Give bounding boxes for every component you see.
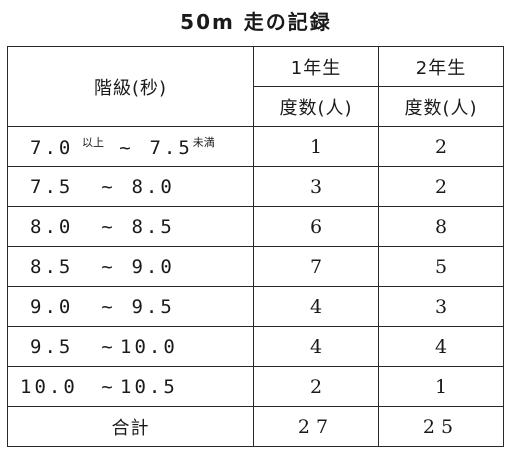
total-year1: 27 [253, 406, 379, 447]
header-year1-label: 1年生 [290, 57, 342, 79]
class-interval-cell: 9.5 ~10.0 [7, 326, 254, 367]
table-row: 8.0 ~ 8.5 6 8 [7, 206, 504, 247]
class-interval-cell: 7.0 以上 ~ 7.5未満 [7, 126, 254, 167]
year1-count: 4 [253, 326, 379, 367]
year2-count: 5 [378, 246, 504, 287]
class-separator: ~ [101, 255, 113, 278]
table-title: 50m 走の記録 [180, 10, 332, 34]
year1-count: 7 [253, 246, 379, 287]
table-row: 9.0 ~ 9.5 4 3 [7, 286, 504, 327]
class-upper: 8.0 [131, 175, 175, 198]
header-count-year1-label: 度数(人) [279, 97, 353, 119]
class-lower: 9.5 [30, 335, 74, 358]
year1-count: 6 [253, 206, 379, 247]
class-upper: 9.0 [131, 255, 175, 278]
table-row: 10.0 ~10.5 2 1 [7, 366, 504, 407]
class-upper: 10.0 [120, 335, 178, 358]
header-year2-label: 2年生 [415, 57, 467, 79]
header-year2: 2年生 [378, 46, 504, 87]
total-year2: 25 [378, 406, 504, 447]
header-class-label: 階級(秒) [93, 77, 168, 99]
table-row: 7.0 以上 ~ 7.5未満 1 2 [7, 126, 504, 167]
class-lower: 7.0 [30, 137, 74, 159]
year1-count: 3 [253, 166, 379, 207]
total-label: 合計 [111, 417, 150, 439]
class-lower: 9.0 [30, 295, 74, 318]
total-label-cell: 合計 [7, 406, 254, 447]
class-interval-cell: 9.0 ~ 9.5 [7, 286, 254, 327]
class-upper: 7.5 [149, 137, 193, 159]
class-separator: ~ [101, 215, 113, 238]
year2-count: 8 [378, 206, 504, 247]
year1-count: 2 [253, 366, 379, 407]
class-lower: 8.5 [30, 255, 74, 278]
class-separator: ~ [101, 295, 113, 318]
header-year1: 1年生 [253, 46, 379, 87]
year1-count: 1 [253, 126, 379, 167]
year2-count: 1 [378, 366, 504, 407]
header-row-grade: 階級(秒) 1年生 2年生 [7, 46, 504, 127]
class-upper: 10.5 [120, 375, 178, 398]
total-year2-value: 25 [422, 415, 460, 438]
class-separator: ~ [101, 175, 113, 198]
year2-count: 4 [378, 326, 504, 367]
table-row: 8.5 ~ 9.0 7 5 [7, 246, 504, 287]
header-count-year1: 度数(人) [253, 86, 379, 127]
upper-note: 未満 [192, 136, 215, 149]
table-row: 9.5 ~10.0 4 4 [7, 326, 504, 367]
class-interval-cell: 10.0 ~10.5 [7, 366, 254, 407]
header-count-year2: 度数(人) [378, 86, 504, 127]
year2-count: 2 [378, 126, 504, 167]
class-lower: 10.0 [20, 375, 78, 398]
class-upper: 9.5 [131, 295, 175, 318]
class-separator: ~ [101, 335, 113, 358]
year2-count: 2 [378, 166, 504, 207]
total-row: 合計 27 25 [7, 406, 504, 447]
class-interval-cell: 7.5 ~ 8.0 [7, 166, 254, 207]
class-separator: ~ [101, 375, 113, 398]
class-lower: 8.0 [30, 215, 74, 238]
class-separator: ~ [119, 137, 131, 159]
header-count-year2-label: 度数(人) [404, 97, 478, 119]
year1-count: 4 [253, 286, 379, 327]
lower-note: 以上 [82, 136, 104, 149]
class-interval-cell: 8.0 ~ 8.5 [7, 206, 254, 247]
total-year1-value: 27 [297, 415, 335, 438]
class-upper: 8.5 [131, 215, 175, 238]
class-lower: 7.5 [30, 175, 74, 198]
year2-count: 3 [378, 286, 504, 327]
class-interval-cell: 8.5 ~ 9.0 [7, 246, 254, 287]
table-row: 7.5 ~ 8.0 3 2 [7, 166, 504, 207]
frequency-table: 階級(秒) 1年生 2年生 度数(人) 度数(人) 7.0 以上 ~ 7.5未満 1… [7, 46, 504, 447]
header-class-interval: 階級(秒) [7, 46, 254, 127]
